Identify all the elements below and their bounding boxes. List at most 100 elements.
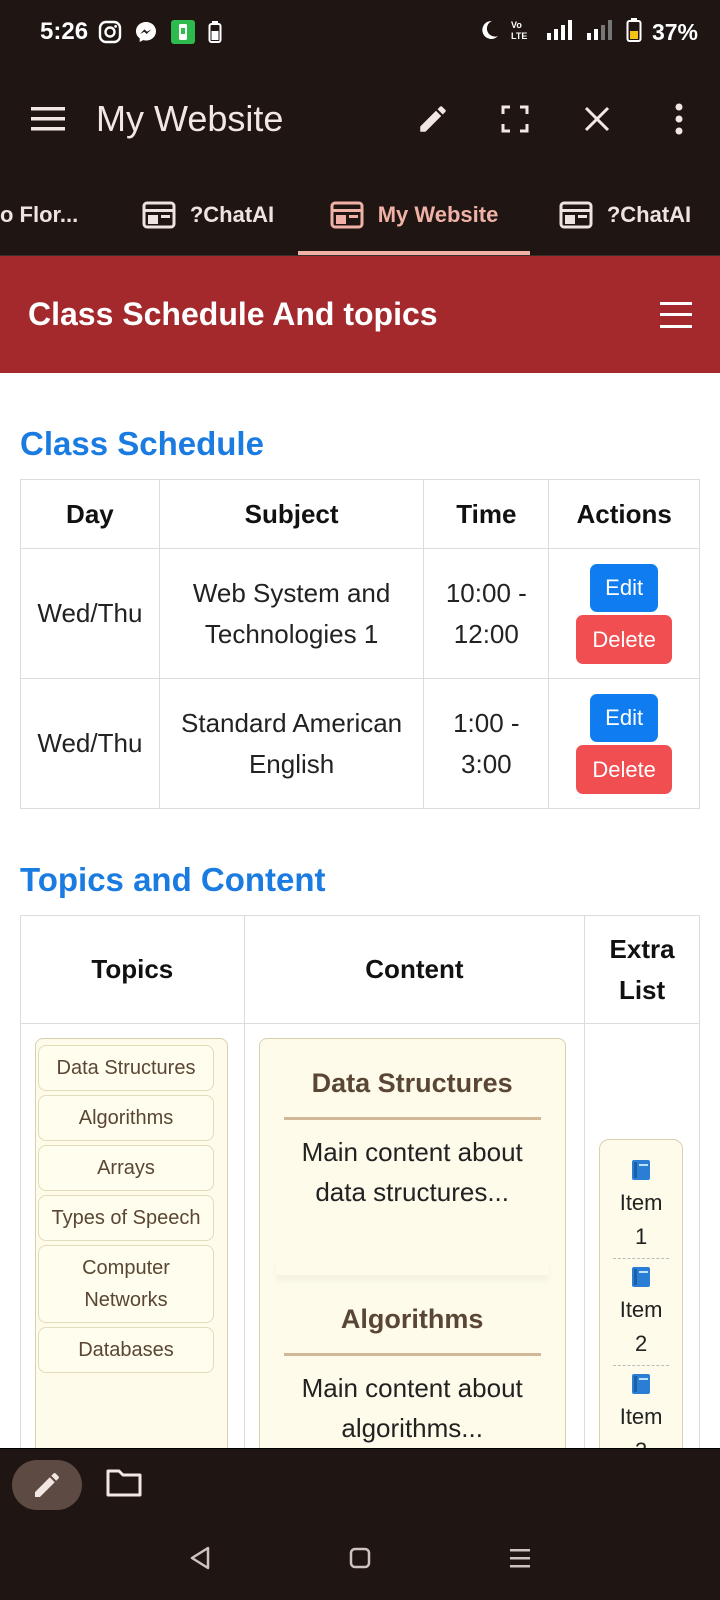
list-item-label: Item 3 [619,1404,663,1448]
tab-label: My Website [377,201,499,227]
section-body: Main content about data structures... [301,1136,523,1208]
edit-button[interactable]: Edit [590,693,659,742]
edit-mode-button[interactable] [12,1459,82,1510]
topic-item[interactable]: Data Structures [38,1045,214,1091]
column-header: Actions [548,479,700,549]
menu-button[interactable] [0,64,96,174]
do-not-disturb-icon [478,19,500,46]
list-item[interactable]: Item 3 [613,1372,669,1448]
battery-icon [626,17,642,48]
column-header: Extra List [584,915,700,1024]
actions-cell: Edit Delete [548,548,700,679]
schedule-heading: Class Schedule [20,425,264,462]
web-page-icon [330,201,364,228]
svg-text:Vo: Vo [511,20,522,30]
day-cell: Wed/Thu [20,548,160,679]
messenger-icon [134,20,158,44]
tab-label: ?ChatAI [189,201,275,227]
folder-button[interactable] [106,1467,142,1502]
list-item-label: Item 2 [619,1297,663,1356]
system-nav-bar [0,1520,720,1600]
home-icon [349,1547,371,1568]
web-page-icon [559,201,593,228]
subject-cell: Standard American English [158,678,425,809]
close-button[interactable] [556,64,638,174]
section-divider [276,1257,549,1275]
book-icon [632,1374,651,1394]
topic-item[interactable]: Arrays [38,1145,214,1191]
pencil-icon [420,106,446,132]
status-bar: 5:26 Vo LTE 37% [0,0,720,64]
column-header: Topics [20,915,245,1024]
folder-icon [106,1469,142,1497]
page-menu-button[interactable] [660,299,692,331]
signal-weak-icon [586,19,616,46]
page-header: Class Schedule And topics [0,256,720,373]
topic-list: Data Structures Algorithms Arrays Types … [35,1038,228,1448]
topic-item[interactable]: Algorithms [38,1095,214,1141]
topics-heading: Topics and Content [20,861,326,898]
actions-cell: Edit Delete [548,678,700,809]
app-bar: My Website [0,64,720,174]
fullscreen-button[interactable] [474,64,556,174]
list-item-label: Item 1 [619,1190,663,1249]
schedule-table: Day Subject Time Actions Wed/Thu Web Sys… [20,479,700,809]
section-title: Algorithms [283,1289,541,1356]
extra-list: Item 1 Item 2 Item 3 [599,1139,684,1448]
table-row: Wed/Thu Standard American English 1:00 -… [20,678,700,809]
topic-item[interactable]: Databases [38,1327,214,1373]
recents-icon [509,1548,530,1567]
hamburger-menu-icon [31,107,65,131]
content-section: Algorithms Main content about algorithms… [260,1275,565,1448]
pencil-icon [35,1472,59,1497]
topics-table: Topics Content Extra List Data Structure… [20,915,700,1448]
table-row: Wed/Thu Web System and Technologies 1 10… [20,548,700,679]
time-cell: 1:00 - 3:00 [423,678,550,809]
page-title: Class Schedule And topics [28,296,438,332]
content-cell: Data Structures Main content about data … [243,1023,586,1448]
home-button[interactable] [349,1547,371,1574]
signal-icon [546,19,576,46]
app-notification-icon [170,19,196,45]
section-body: Main content about algorithms... [301,1372,523,1444]
recents-button[interactable] [508,1547,532,1574]
tab-label: ?ChatAI [606,201,692,227]
instagram-icon [98,20,122,44]
battery-small-icon [208,20,222,44]
tab-label: o Flor... [0,201,79,227]
tab-chatai-2[interactable]: ?ChatAI [530,174,720,255]
page-content: Class Schedule Day Subject Time Actions … [20,373,700,1448]
web-page-icon [142,201,176,228]
column-header: Content [243,915,586,1024]
more-vertical-icon [675,103,683,135]
section-title: Data Structures [283,1053,541,1120]
table-row: Data Structures Algorithms Arrays Types … [20,1023,700,1448]
app-title: My Website [96,98,284,139]
topic-item[interactable]: Types of Speech [38,1195,214,1241]
content-section: Data Structures Main content about data … [260,1039,565,1257]
time-cell: 10:00 - 12:00 [423,548,550,679]
tab-my-website[interactable]: My Website [298,174,530,255]
day-cell: Wed/Thu [20,678,160,809]
edit-button[interactable]: Edit [590,563,659,612]
bottom-toolbar [0,1448,720,1520]
tab-flor[interactable]: o Flor... [0,174,118,255]
list-item[interactable]: Item 1 [613,1158,670,1259]
status-time: 5:26 [40,18,89,45]
delete-button[interactable]: Delete [576,614,673,664]
back-button[interactable] [188,1545,212,1576]
column-header: Subject [158,479,425,549]
back-icon [191,1546,210,1569]
delete-button[interactable]: Delete [576,744,673,794]
book-icon [632,1267,651,1287]
tab-chatai-1[interactable]: ?ChatAI [118,174,298,255]
fullscreen-icon [501,105,529,133]
list-item[interactable]: Item 2 [613,1265,670,1366]
tab-bar: o Flor... ?ChatAI My Website ?ChatAI [0,174,720,256]
edit-button[interactable] [392,64,474,174]
close-icon [584,106,610,132]
battery-percent: 37% [651,18,698,45]
extra-list-cell: Item 1 Item 2 Item 3 [584,1023,700,1448]
more-options-button[interactable] [638,64,720,174]
topic-item[interactable]: Computer Networks [38,1245,214,1323]
